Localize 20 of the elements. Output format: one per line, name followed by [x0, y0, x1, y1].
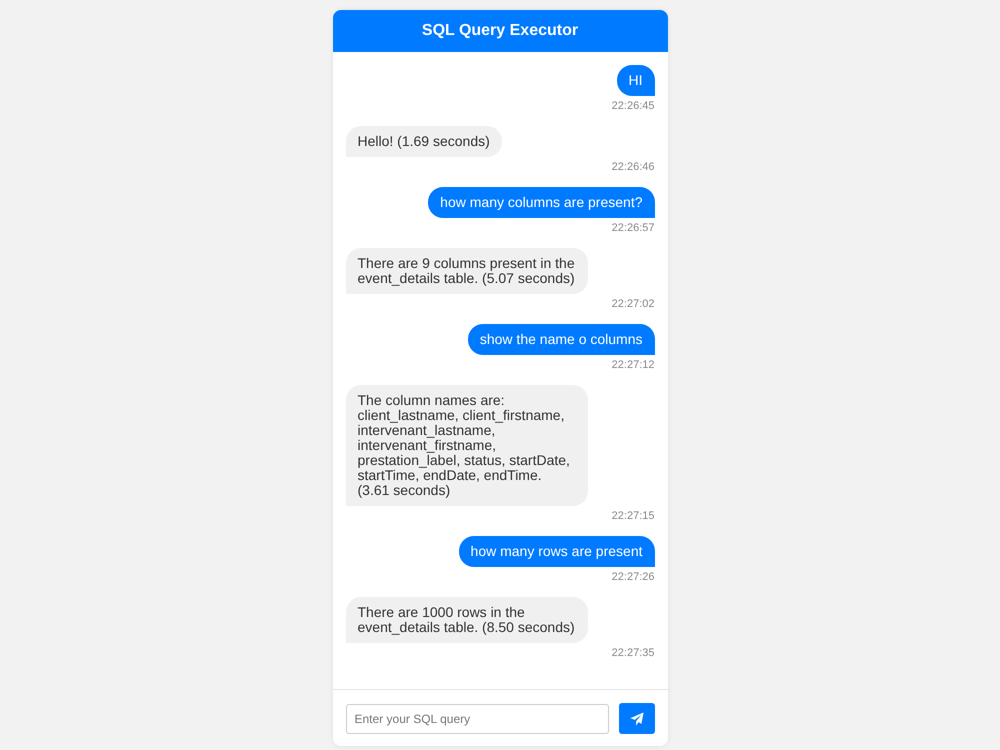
bot-message: The column names are: client_lastname, client_firstname, intervenant_lastname, intervenant_firstname, prestation_label, status, startDate, startTime, endDate, endTime. (3.61 seconds): [346, 385, 588, 506]
timestamp: 22:26:57: [612, 222, 654, 234]
user-message: how many columns are present?: [428, 187, 654, 218]
send-icon: [630, 712, 644, 726]
bot-message: There are 9 columns present in the event_details table. (5.07 seconds): [346, 248, 588, 294]
user-message: HI: [616, 65, 654, 96]
timestamp: 22:26:45: [612, 100, 654, 112]
query-input[interactable]: Enter your SQL query: [346, 704, 608, 734]
timestamp: 22:27:12: [612, 359, 654, 371]
bot-message: Hello! (1.69 seconds): [346, 126, 502, 157]
timestamp: 22:27:26: [612, 571, 654, 583]
user-message: how many rows are present: [458, 536, 654, 567]
timestamp: 22:27:15: [612, 510, 654, 522]
timestamp: 22:27:02: [612, 298, 654, 310]
app-title: SQL Query Executor: [422, 22, 578, 40]
user-message: show the name o columns: [468, 324, 654, 355]
bot-message: There are 1000 rows in the event_details table. (8.50 seconds): [346, 597, 588, 643]
timestamp: 22:27:35: [612, 647, 654, 659]
send-button[interactable]: [618, 703, 654, 734]
timestamp: 22:26:46: [612, 161, 654, 173]
